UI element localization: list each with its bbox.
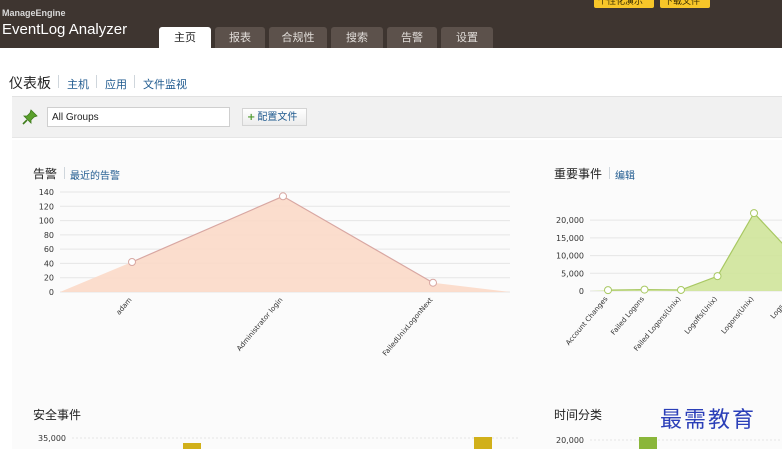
subnav-file-monitor-link[interactable]: 文件监视 [143,76,187,92]
security-events-title: 安全事件 [33,408,82,422]
config-profile-button[interactable]: + 配置文件 [242,108,307,126]
dashboard-toolbar: +配置文件 [12,96,782,138]
important-events-title: 重要事件 [554,167,603,181]
subnav-divider [134,75,135,88]
page-title: 仪表板 [9,76,51,92]
tab-compliance[interactable]: 合规性 [269,27,327,48]
pin-icon[interactable] [22,109,38,125]
subnav-divider [96,75,97,88]
subnav-hosts-link[interactable]: 主机 [67,76,89,92]
personalize-demo-button[interactable]: 个性化演示 [594,0,654,8]
app-title: EventLog Analyzer [2,21,128,38]
panel-divider [609,167,610,179]
brand-company: ManageEngine [2,8,66,18]
config-profile-label: 配置文件 [257,112,298,123]
alerts-panel-title: 告警 [33,167,58,181]
plus-icon: + [247,112,256,123]
tab-reports[interactable]: 报表 [215,27,265,48]
tab-search[interactable]: 搜索 [331,27,383,48]
panel-divider [64,167,65,179]
download-button[interactable]: 下载文件 [660,0,710,8]
subnav-divider [58,75,59,88]
tab-settings[interactable]: 设置 [441,27,493,48]
time-category-title: 时间分类 [554,408,603,422]
group-select-input[interactable] [47,107,230,127]
recent-alerts-link[interactable]: 最近的告警 [70,167,120,182]
tab-alerts[interactable]: 告警 [387,27,437,48]
watermark-text: 最需教育 [660,408,757,433]
subnav-apps-link[interactable]: 应用 [105,76,127,92]
edit-important-events-link[interactable]: 编辑 [615,167,635,182]
sub-navigation: 仪表板 主机 应用 文件监视 [0,48,782,94]
tab-home[interactable]: 主页 [159,27,211,48]
app-header: ManageEngine EventLog Analyzer 个性化演示 下载文… [0,0,782,48]
